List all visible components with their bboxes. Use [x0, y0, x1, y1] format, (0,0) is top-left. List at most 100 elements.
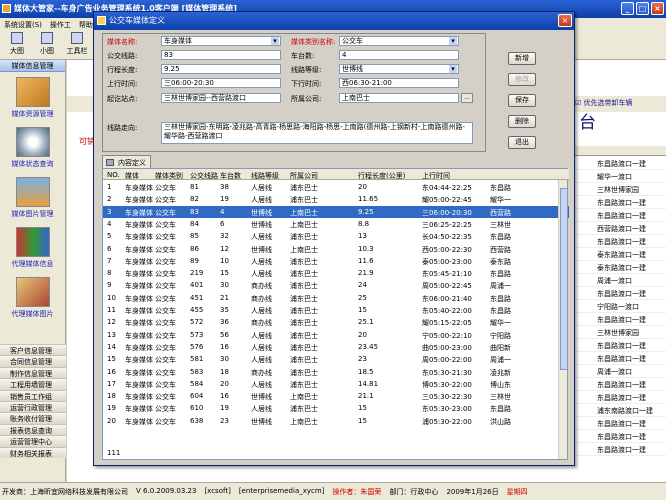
background-list-item[interactable]: 东昌路渡口一建 [575, 378, 666, 391]
background-list-item[interactable]: 东昌路渡口一建 [575, 352, 666, 365]
large-icon-button[interactable]: 大图 [2, 32, 32, 58]
table-row[interactable]: 17 车身媒体 公交车 584 20 人居线 浦东巴士 14.81 博05:30-22:00 博山… [103, 378, 569, 390]
nav-list-item[interactable]: 客户信息管理 [0, 344, 66, 356]
nav-list-item[interactable]: 销售员工作组 [0, 389, 66, 401]
table-row[interactable]: 8 车身媒体 公交车 219 15 人居线 浦东巴士 21.9 东05:45-21:10 东昌路 [103, 267, 569, 279]
grid-column-header[interactable]: 行程长度(公里) [358, 171, 420, 181]
background-list-item[interactable]: 东昌路渡口一建 [575, 430, 666, 443]
background-list-item[interactable]: 东昌路渡口一建 [575, 287, 666, 300]
table-row[interactable]: 20 车身媒体 公交车 638 23 世博线 上南巴士 15 浦05:30-22:00 洪山路 [103, 415, 569, 427]
table-row[interactable]: 14 车身媒体 公交车 576 16 人居线 浦东巴士 23.45 曲05:00-23:00 曲阳… [103, 341, 569, 353]
background-list-item[interactable]: 浦东南路渡口一建 [575, 404, 666, 417]
background-list-item[interactable]: 周浦一渡口 [575, 365, 666, 378]
delete-button[interactable]: 删除 [508, 115, 536, 128]
save-button[interactable]: 保存 [508, 94, 536, 107]
toolbar-button[interactable]: 工具栏 [62, 32, 92, 58]
background-list-item[interactable]: 东昌路渡口一建 [575, 209, 666, 222]
exit-button[interactable]: 退出 [508, 136, 536, 149]
menu-operator[interactable]: 操作工 [50, 20, 71, 29]
background-list-item[interactable]: 东昌路渡口一建 [575, 443, 666, 456]
table-row[interactable]: 10 车身媒体 公交车 451 21 商办线 浦东巴士 25 东06:00-21:40 东昌路 [103, 292, 569, 304]
table-row[interactable]: 19 车身媒体 公交车 610 19 人居线 浦东巴士 15 东05:30-23:00 东昌路 [103, 402, 569, 414]
grid-column-header[interactable]: NO. [107, 171, 123, 179]
nav-media-status[interactable]: 媒体状态查询 [0, 122, 65, 172]
grid-scrollbar[interactable] [558, 180, 568, 459]
table-row[interactable]: 11 车身媒体 公交车 455 35 人居线 浦东巴士 15 东05:40-22:00 东昌路 [103, 304, 569, 316]
maximize-icon[interactable]: □ [636, 2, 649, 15]
grid-column-header[interactable]: 车台数 [220, 171, 248, 181]
nav-list-item[interactable]: 运营行政管理 [0, 400, 66, 413]
background-list-item[interactable]: 东昌路渡口一建 [575, 339, 666, 352]
menu-system[interactable]: 系统设置(S) [4, 20, 42, 29]
grid-column-header[interactable]: 媒体 [125, 171, 155, 181]
background-list-item[interactable]: 三林世博家园 [575, 183, 666, 196]
add-button[interactable]: 新增 [508, 52, 536, 65]
background-list-item[interactable]: 东昌路渡口一建 [575, 391, 666, 404]
table-row[interactable]: 2 车身媒体 公交车 82 19 人居线 浦东巴士 11.65 耀05:00-22:45 耀华一 [103, 193, 569, 205]
close-icon[interactable]: × [651, 2, 664, 15]
painting-icon [15, 277, 50, 307]
table-row[interactable]: 7 车身媒体 公交车 89 10 人居线 浦东巴士 11.6 泰05:00-23:00 泰东路 [103, 255, 569, 267]
edit-button[interactable]: 修改 [508, 73, 536, 86]
grid-column-header[interactable]: 线路等级 [251, 171, 287, 181]
background-list-item[interactable]: 西营路渡口一建 [575, 222, 666, 235]
table-row[interactable]: 3 车身媒体 公交车 83 4 世博线 上南巴士 9.25 三06:00-20:30 西营路 [103, 205, 569, 218]
nav-list-item[interactable]: 工程用墙管理 [0, 378, 66, 390]
grid-column-header[interactable]: 上行时间 [422, 171, 488, 181]
background-list-item[interactable]: 东昌路渡口一建 [575, 313, 666, 326]
up-time-field[interactable]: 三06:00-20:30 [161, 78, 281, 88]
grid-column-header[interactable]: 公交线路 [190, 171, 218, 181]
background-list-item[interactable]: 宁阳路一渡口 [575, 300, 666, 313]
menu-help[interactable]: 帮助 [79, 20, 93, 29]
background-list-item[interactable]: 耀华一渡口 [575, 170, 666, 183]
nav-list-item[interactable]: 财务相关报表 [0, 446, 66, 458]
table-row[interactable]: 1 车身媒体 公交车 81 38 人居线 浦东巴士 20 东04:44-22:25 东昌路 [103, 181, 569, 193]
background-list-item[interactable]: 东昌路渡口一建 [575, 157, 666, 170]
table-row[interactable]: 12 车身媒体 公交车 572 36 商办线 浦东巴士 25.1 耀05:15-22:05 耀华一 [103, 316, 569, 328]
background-list-item[interactable]: 周浦一渡口 [575, 274, 666, 287]
start-end-field[interactable]: 三林世博家园--西营路渡口 [161, 93, 281, 103]
route-textarea[interactable]: 三林世博家园-东明路-凌兆路-高青路-杨思路-海阳路-杨思-上南路(德州路-上钢… [161, 122, 473, 144]
background-list-item[interactable]: 泰东路渡口一建 [575, 261, 666, 274]
table-row[interactable]: 13 车身媒体 公交车 573 56 人居线 浦东巴士 20 宁05:00-22:10 宁阳路 [103, 329, 569, 341]
line-grade-select[interactable]: 世博线 [339, 64, 459, 74]
media-name-select[interactable]: 车身媒体 [161, 36, 281, 46]
table-row[interactable]: 16 车身媒体 公交车 583 18 商办线 浦东巴士 18.5 东05:30-21:30 凌兆新 [103, 366, 569, 378]
grid-column-header[interactable]: 所属公司 [290, 171, 356, 181]
background-list-item[interactable]: 泰东路渡口一建 [575, 248, 666, 261]
media-type-select[interactable]: 公交车 [339, 36, 459, 46]
nav-media-image[interactable]: 媒体图片管理 [0, 172, 65, 222]
nav-list-item[interactable]: 合同信息管理 [0, 355, 66, 367]
nav-list-item[interactable]: 制作信息管理 [0, 366, 66, 379]
tab-content-definition[interactable]: 内容定义 [102, 155, 151, 168]
prefer-vehicle-checkbox[interactable]: ☑ 优先选带卸车辆 [575, 98, 633, 108]
background-list-item[interactable]: 东昌路渡口一建 [575, 417, 666, 430]
vehicle-count-field[interactable]: 4 [339, 50, 459, 60]
company-ellipsis-button[interactable]: … [461, 93, 473, 103]
background-list-item[interactable]: 东昌路渡口一建 [575, 196, 666, 209]
nav-list-item[interactable]: 报表信息查询 [0, 423, 66, 436]
table-row[interactable]: 9 车身媒体 公交车 401 30 商办线 浦东巴士 24 周05:00-22:45 周浦一 [103, 279, 569, 291]
route-length-field[interactable]: 9.25 [161, 64, 281, 74]
company-field[interactable]: 上南巴士 [339, 93, 459, 103]
down-time-field[interactable]: 西06:30-21:00 [339, 78, 459, 88]
table-cell: 8 [107, 269, 112, 278]
nav-header[interactable]: 媒体信息管理 [0, 60, 65, 72]
minimize-icon[interactable]: _ [621, 2, 634, 15]
table-row[interactable]: 15 车身媒体 公交车 581 30 人居线 浦东巴士 23 周05:00-22:00 周浦一 [103, 353, 569, 365]
table-row[interactable]: 5 车身媒体 公交车 85 32 人居线 浦东巴士 13 长04:50-22:35 东昌路 [103, 230, 569, 242]
nav-media-resource[interactable]: 媒体资源管理 [0, 72, 65, 122]
bus-line-field[interactable]: 83 [161, 50, 281, 60]
small-icon-button[interactable]: 小图 [32, 32, 62, 58]
background-list-item[interactable]: 三林世博家园 [575, 326, 666, 339]
table-row[interactable]: 4 车身媒体 公交车 84 6 世博线 上南巴士 8.8 三06:25-22:25 三林世 [103, 218, 569, 230]
nav-agent-media-image[interactable]: 代理媒体图片 [0, 272, 65, 322]
nav-agent-media-info[interactable]: 代理媒体信息 [0, 222, 65, 272]
background-list-item[interactable]: 东昌路渡口一建 [575, 235, 666, 248]
table-row[interactable]: 18 车身媒体 公交车 604 16 世博线 上南巴士 21.1 三05:30-22:30 三林世 [103, 390, 569, 402]
nav-list-item[interactable]: 账务收付管理 [0, 412, 66, 424]
table-row[interactable]: 6 车身媒体 公交车 86 12 世博线 上南巴士 10.3 西05:00-22:30 西营路 [103, 243, 569, 255]
grid-column-header[interactable]: 媒体类别 [155, 171, 189, 181]
nav-list-item[interactable]: 运营管理中心 [0, 435, 66, 447]
dialog-close-icon[interactable]: × [558, 14, 572, 27]
